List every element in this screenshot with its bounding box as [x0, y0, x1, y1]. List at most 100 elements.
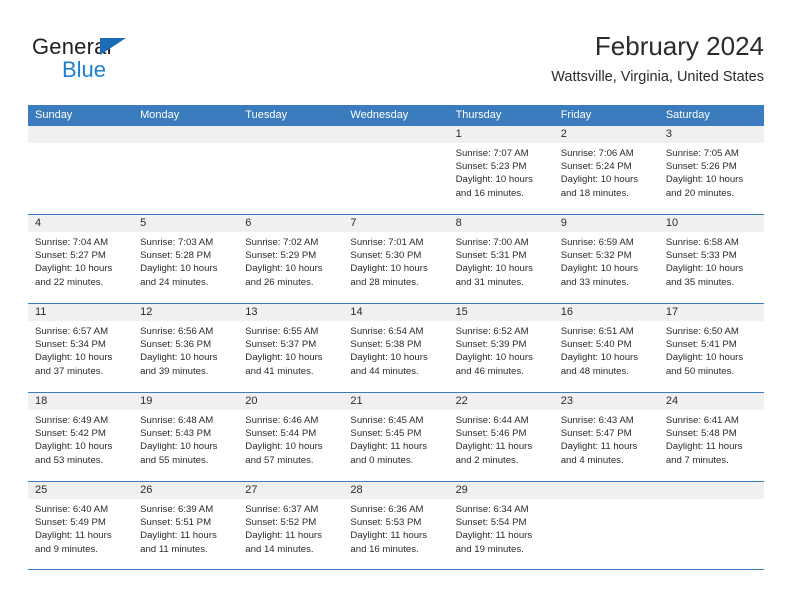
- general-blue-logo[interactable]: General Blue: [32, 35, 182, 91]
- weekday-header-wednesday: Wednesday: [350, 109, 409, 121]
- day-detail-line: and 14 minutes.: [245, 543, 314, 555]
- day-cell[interactable]: 21 Sunrise: 6:45 AM Sunset: 5:45 PM Dayligh…: [343, 393, 449, 481]
- day-number: 12: [140, 306, 153, 318]
- day-number: 10: [665, 217, 679, 229]
- day-cell[interactable]: 27 Sunrise: 6:37 AM Sunset: 5:52 PM Dayligh…: [238, 482, 344, 569]
- day-detail-line: Daylight: 10 hours: [350, 352, 428, 364]
- day-cell[interactable]: 17 Sunrise: 6:50 AM Sunset: 5:41 PM Dayligh…: [658, 304, 764, 392]
- day-cell[interactable]: 11 Sunrise: 6:57 AM Sunset: 5:34 PM Dayligh…: [28, 304, 134, 392]
- day-cell[interactable]: 25 Sunrise: 6:40 AM Sunset: 5:49 PM Dayligh…: [28, 482, 134, 569]
- day-cell[interactable]: 19 Sunrise: 6:48 AM Sunset: 5:43 PM Dayligh…: [133, 393, 239, 481]
- day-detail-line: Daylight: 10 hours: [35, 263, 113, 275]
- day-number: 27: [245, 484, 258, 496]
- day-detail-line: Sunrise: 7:03 AM: [140, 237, 214, 248]
- day-cell[interactable]: 4 Sunrise: 7:04 AM Sunset: 5:27 PM Daylight…: [28, 215, 134, 303]
- day-number-band: 15: [448, 304, 554, 321]
- day-cell[interactable]: 18 Sunrise: 6:49 AM Sunset: 5:42 PM Dayligh…: [28, 393, 134, 481]
- day-cell[interactable]: 13 Sunrise: 6:55 AM Sunset: 5:37 PM Dayligh…: [238, 304, 344, 392]
- day-detail-line: and 33 minutes.: [560, 276, 629, 288]
- page-subtitle: Wattsville, Virginia, United States: [551, 69, 764, 85]
- day-detail-line: and 20 minutes.: [665, 187, 735, 199]
- day-cell[interactable]: 22 Sunrise: 6:44 AM Sunset: 5:46 PM Dayligh…: [448, 393, 554, 481]
- day-number: 4: [35, 217, 42, 229]
- day-details: Sunrise: 6:51 AM Sunset: 5:40 PM Daylight:…: [554, 321, 659, 378]
- day-details: Sunrise: 6:37 AM Sunset: 5:52 PM Daylight:…: [238, 499, 343, 556]
- day-cell-empty: [133, 126, 239, 214]
- day-detail-line: Sunset: 5:45 PM: [350, 428, 422, 440]
- day-detail-line: Daylight: 10 hours: [665, 263, 744, 275]
- day-detail-line: and 50 minutes.: [665, 365, 735, 377]
- day-detail-line: Daylight: 10 hours: [560, 174, 639, 186]
- day-number: 24: [665, 395, 679, 407]
- day-number: 25: [35, 484, 48, 496]
- day-number: 22: [455, 395, 468, 407]
- day-detail-line: Sunrise: 7:02 AM: [245, 237, 319, 248]
- day-cell[interactable]: 28 Sunrise: 6:36 AM Sunset: 5:53 PM Dayligh…: [343, 482, 449, 569]
- day-detail-line: Daylight: 11 hours: [140, 530, 217, 542]
- day-detail-line: Sunrise: 7:06 AM: [560, 148, 634, 159]
- day-detail-line: Sunset: 5:43 PM: [140, 428, 212, 440]
- day-detail-line: Daylight: 11 hours: [560, 441, 638, 453]
- day-detail-line: Daylight: 10 hours: [140, 263, 218, 275]
- day-cell[interactable]: 9 Sunrise: 6:59 AM Sunset: 5:32 PM Daylight…: [553, 215, 659, 303]
- day-detail-line: and 55 minutes.: [140, 454, 209, 466]
- day-detail-line: Daylight: 10 hours: [350, 263, 428, 275]
- day-number-band: 14: [343, 304, 449, 321]
- day-details: Sunrise: 6:56 AM Sunset: 5:36 PM Daylight:…: [133, 321, 238, 378]
- day-detail-line: and 31 minutes.: [455, 276, 524, 288]
- day-detail-line: Sunset: 5:39 PM: [455, 339, 527, 351]
- day-number-band: [658, 482, 764, 499]
- day-details: [28, 143, 133, 147]
- day-detail-line: Sunrise: 6:45 AM: [350, 415, 424, 426]
- day-details: Sunrise: 7:00 AM Sunset: 5:31 PM Daylight:…: [449, 232, 554, 289]
- day-number: 14: [350, 306, 363, 318]
- day-number: 23: [560, 395, 573, 407]
- day-detail-line: Daylight: 11 hours: [35, 530, 112, 542]
- day-detail-line: Sunset: 5:38 PM: [350, 339, 422, 351]
- day-cell[interactable]: 8 Sunrise: 7:00 AM Sunset: 5:31 PM Daylight…: [448, 215, 554, 303]
- day-cell[interactable]: 1 Sunrise: 7:07 AM Sunset: 5:23 PM Daylight…: [448, 126, 554, 214]
- day-cell[interactable]: 2 Sunrise: 7:06 AM Sunset: 5:24 PM Daylight…: [553, 126, 659, 214]
- day-number-band: 13: [238, 304, 344, 321]
- day-detail-line: Sunrise: 6:58 AM: [665, 237, 739, 248]
- day-number: 5: [140, 217, 147, 229]
- day-number-band: 19: [133, 393, 239, 410]
- weekday-header-saturday: Saturday: [665, 109, 710, 121]
- day-detail-line: and 39 minutes.: [140, 365, 209, 377]
- day-detail-line: Sunset: 5:54 PM: [455, 517, 527, 529]
- day-cell[interactable]: 24 Sunrise: 6:41 AM Sunset: 5:48 PM Dayligh…: [658, 393, 764, 481]
- day-cell[interactable]: 7 Sunrise: 7:01 AM Sunset: 5:30 PM Daylight…: [343, 215, 449, 303]
- day-detail-line: Sunset: 5:24 PM: [560, 161, 632, 173]
- day-detail-line: Sunrise: 6:51 AM: [560, 326, 634, 337]
- day-cell[interactable]: 10 Sunrise: 6:58 AM Sunset: 5:33 PM Dayligh…: [658, 215, 764, 303]
- day-detail-line: Sunset: 5:27 PM: [35, 250, 106, 262]
- day-cell[interactable]: 20 Sunrise: 6:46 AM Sunset: 5:44 PM Dayligh…: [238, 393, 344, 481]
- day-number-band: [553, 482, 659, 499]
- day-detail-line: Sunrise: 6:57 AM: [35, 326, 109, 337]
- page-header: General Blue February 2024 Wattsville, V…: [28, 30, 764, 98]
- day-number: 6: [245, 217, 252, 229]
- day-cell[interactable]: 12 Sunrise: 6:56 AM Sunset: 5:36 PM Dayligh…: [133, 304, 239, 392]
- day-number-band: [133, 126, 239, 143]
- day-cell[interactable]: 6 Sunrise: 7:02 AM Sunset: 5:29 PM Daylight…: [238, 215, 344, 303]
- day-details: Sunrise: 6:40 AM Sunset: 5:49 PM Daylight:…: [28, 499, 133, 556]
- day-detail-line: Sunset: 5:44 PM: [245, 428, 317, 440]
- day-number-band: 27: [238, 482, 344, 499]
- day-number-band: 26: [133, 482, 239, 499]
- day-cell[interactable]: 3 Sunrise: 7:05 AM Sunset: 5:26 PM Daylight…: [658, 126, 764, 214]
- day-detail-line: Daylight: 11 hours: [350, 441, 428, 453]
- day-number-band: 17: [658, 304, 764, 321]
- day-cell[interactable]: 26 Sunrise: 6:39 AM Sunset: 5:51 PM Dayligh…: [133, 482, 239, 569]
- calendar-weeks: 1 Sunrise: 7:07 AM Sunset: 5:23 PM Daylight…: [28, 125, 764, 570]
- day-cell[interactable]: 23 Sunrise: 6:43 AM Sunset: 5:47 PM Dayligh…: [553, 393, 659, 481]
- day-cell[interactable]: 15 Sunrise: 6:52 AM Sunset: 5:39 PM Dayligh…: [448, 304, 554, 392]
- day-cell-empty: [553, 482, 659, 569]
- day-cell[interactable]: 29 Sunrise: 6:34 AM Sunset: 5:54 PM Dayligh…: [448, 482, 554, 569]
- day-cell[interactable]: 16 Sunrise: 6:51 AM Sunset: 5:40 PM Dayligh…: [553, 304, 659, 392]
- day-detail-line: Daylight: 10 hours: [245, 352, 323, 364]
- day-cell[interactable]: 5 Sunrise: 7:03 AM Sunset: 5:28 PM Daylight…: [133, 215, 239, 303]
- day-detail-line: and 44 minutes.: [350, 365, 419, 377]
- day-detail-line: Sunset: 5:23 PM: [455, 161, 527, 173]
- day-details: Sunrise: 6:59 AM Sunset: 5:32 PM Daylight:…: [554, 232, 659, 289]
- day-cell[interactable]: 14 Sunrise: 6:54 AM Sunset: 5:38 PM Dayligh…: [343, 304, 449, 392]
